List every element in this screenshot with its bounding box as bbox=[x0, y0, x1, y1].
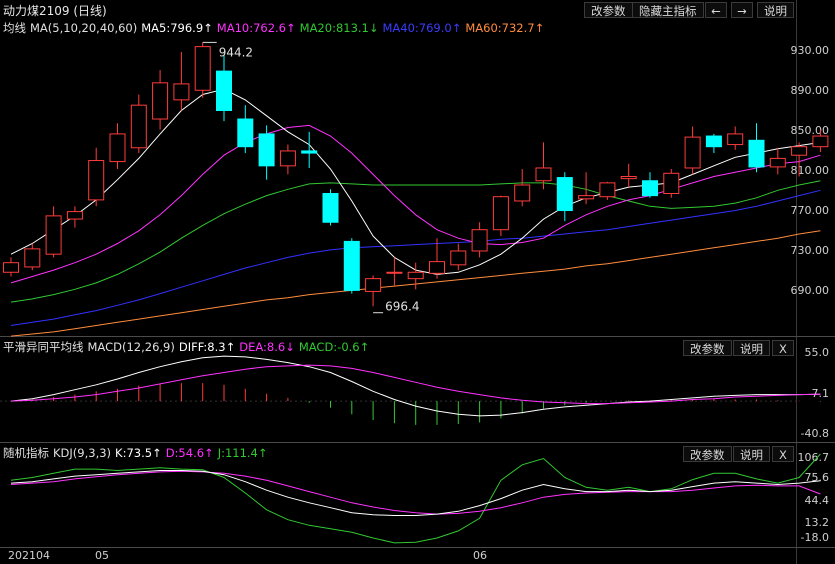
candle-body bbox=[748, 139, 765, 168]
candle-body bbox=[109, 133, 126, 163]
chart-canvas[interactable]: 944.2 696.4 bbox=[0, 0, 835, 564]
candle-body bbox=[599, 182, 616, 198]
candle-body bbox=[535, 167, 552, 182]
candle-body bbox=[152, 82, 169, 120]
candle-body bbox=[663, 172, 680, 195]
candle-body bbox=[3, 262, 19, 273]
kdj-j-line bbox=[10, 453, 821, 544]
candle-body bbox=[237, 118, 254, 148]
candle-body bbox=[556, 177, 573, 212]
candle-body bbox=[258, 133, 275, 167]
low-annotation: 696.4 bbox=[385, 299, 419, 313]
candle-body bbox=[727, 133, 744, 146]
candle-body bbox=[365, 278, 382, 292]
candle-body bbox=[301, 150, 318, 154]
high-annotation: 944.2 bbox=[219, 45, 253, 59]
candle-body bbox=[386, 271, 403, 274]
candle-body bbox=[429, 261, 445, 274]
candle-body bbox=[705, 135, 722, 148]
candle-body bbox=[450, 250, 467, 266]
candle-body bbox=[24, 248, 41, 268]
candle-body bbox=[88, 160, 105, 201]
candle-body bbox=[45, 215, 62, 255]
candle-body bbox=[130, 104, 147, 149]
candle-body bbox=[578, 195, 595, 200]
candle-body bbox=[66, 211, 83, 220]
candle-body bbox=[492, 196, 509, 231]
candle-body bbox=[173, 83, 190, 101]
candle-body bbox=[812, 135, 829, 148]
candle-body bbox=[194, 46, 211, 91]
candle-body bbox=[514, 184, 531, 202]
candle-body bbox=[216, 70, 232, 111]
candle-body bbox=[769, 157, 786, 168]
candle-body bbox=[322, 193, 339, 223]
candle-body bbox=[684, 136, 701, 169]
candle-body bbox=[407, 271, 424, 280]
candle-body bbox=[471, 229, 488, 252]
candle-body bbox=[620, 175, 637, 180]
candle-body bbox=[343, 240, 360, 291]
candle-body bbox=[279, 150, 296, 167]
candle-body bbox=[642, 180, 658, 197]
candle-body bbox=[791, 146, 808, 156]
